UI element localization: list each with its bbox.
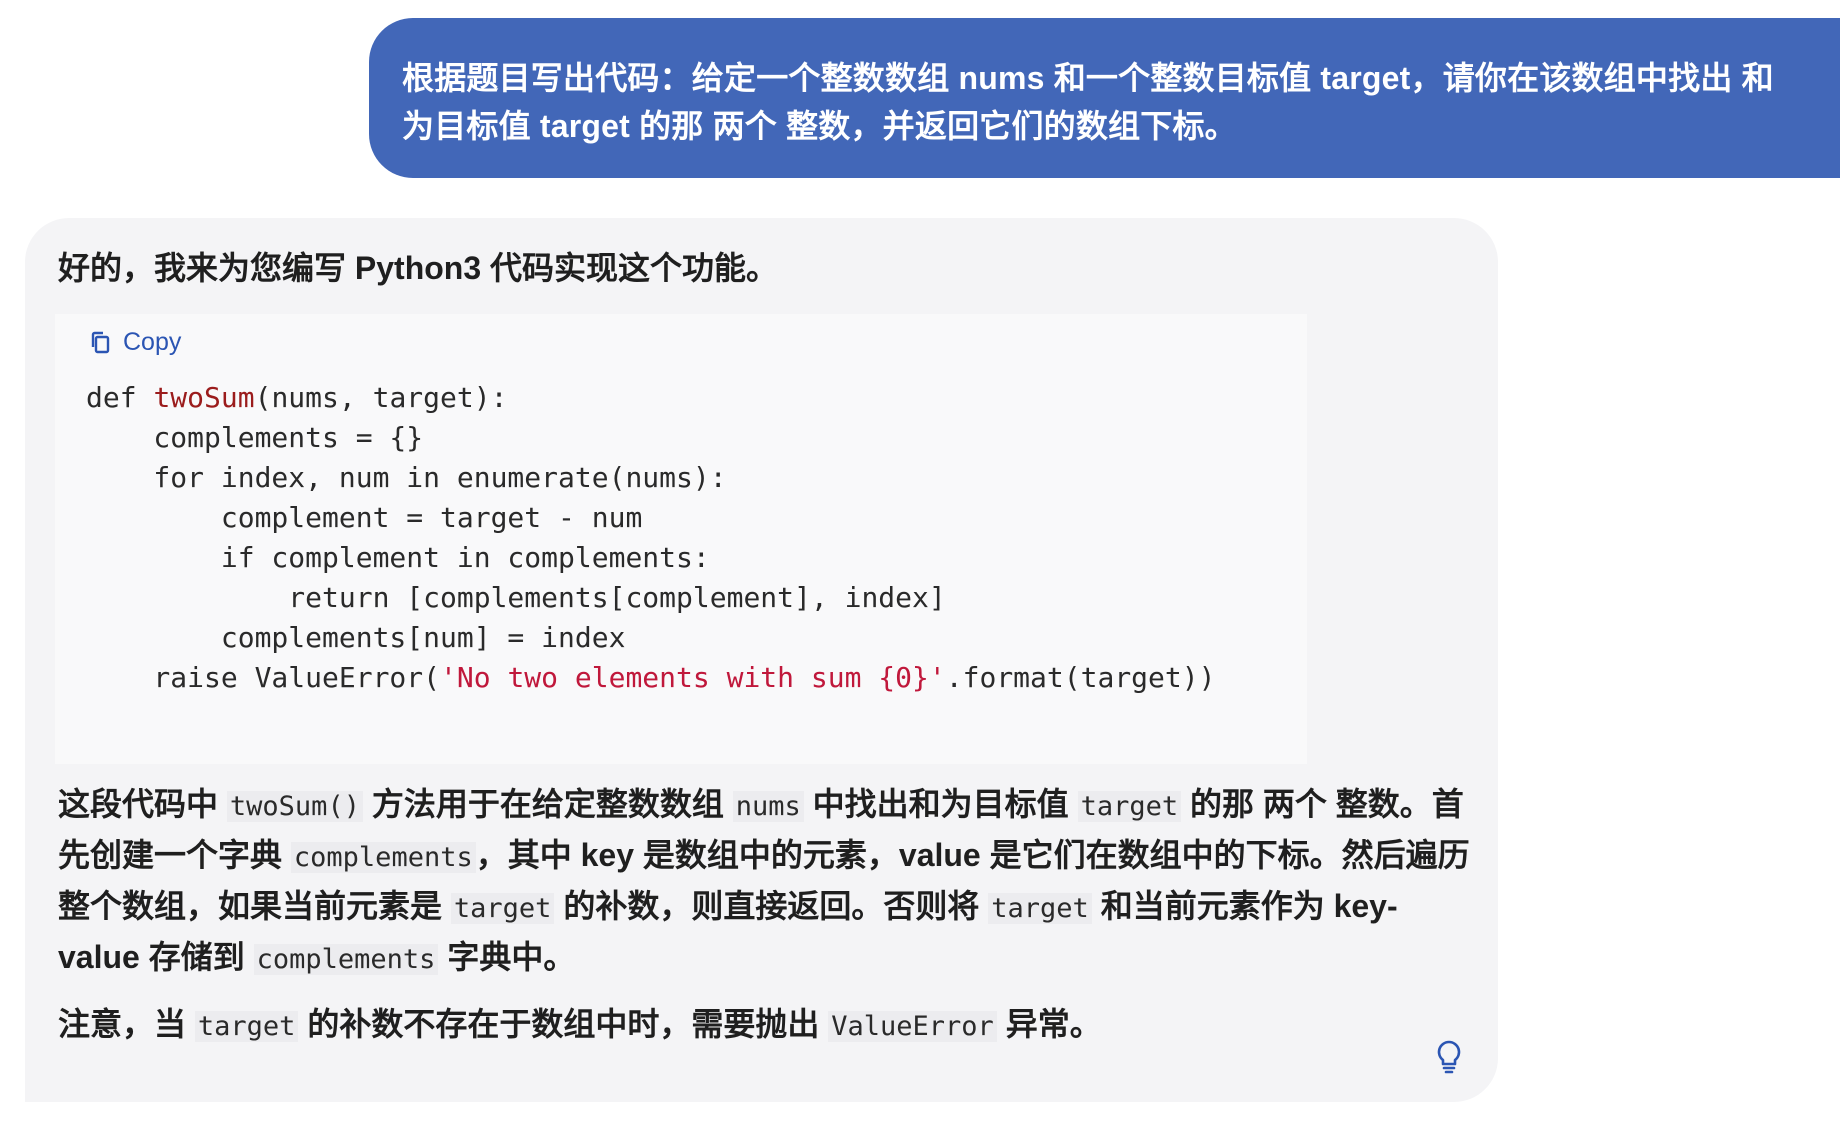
copy-label: Copy bbox=[123, 328, 182, 356]
copy-code-button[interactable]: Copy bbox=[89, 328, 181, 357]
inline-code: target bbox=[450, 893, 555, 924]
assistant-intro-text: 好的，我来为您编写 Python3 代码实现这个功能。 bbox=[58, 250, 779, 286]
code-line-6: return [complements[complement], index] bbox=[86, 581, 946, 614]
code-line-2: complements = {} bbox=[86, 421, 424, 454]
code-line-7: complements[num] = index bbox=[86, 621, 626, 654]
inline-code: complements bbox=[290, 842, 476, 873]
inline-code: target bbox=[988, 893, 1092, 924]
inline-code: nums bbox=[732, 791, 804, 822]
code-line-4: complement = target - num bbox=[86, 501, 643, 534]
code-block: Copy def twoSum(nums, target): complemen… bbox=[55, 314, 1307, 764]
code-content: def twoSum(nums, target): complements = … bbox=[86, 378, 1215, 698]
inline-code: ValueError bbox=[828, 1011, 997, 1042]
explanation-paragraph-2: 注意，当 target 的补数不存在于数组中时，需要抛出 ValueError … bbox=[58, 1006, 1102, 1042]
function-name: twoSum bbox=[153, 381, 255, 414]
code-line-5: if complement in complements: bbox=[86, 541, 710, 574]
code-line-8: raise ValueError('No two elements with s… bbox=[86, 661, 1216, 694]
user-message-text: 根据题目写出代码：给定一个整数数组 nums 和一个整数目标值 target，请… bbox=[402, 60, 1774, 144]
inline-code: target bbox=[194, 1011, 299, 1042]
inline-code: complements bbox=[253, 944, 439, 975]
lightbulb-icon[interactable] bbox=[1436, 1040, 1462, 1074]
chat-view: 根据题目写出代码：给定一个整数数组 nums 和一个整数目标值 target，请… bbox=[0, 0, 1844, 1128]
inline-code: twoSum() bbox=[226, 791, 363, 822]
explanation-paragraph-1: 这段代码中 twoSum() 方法用于在给定整数数组 nums 中找出和为目标值… bbox=[58, 786, 1470, 975]
string-literal: 'No two elements with sum {0}' bbox=[440, 661, 946, 694]
code-line-1: def twoSum(nums, target): bbox=[86, 381, 508, 414]
assistant-message-bubble: 好的，我来为您编写 Python3 代码实现这个功能。 Copy def two… bbox=[25, 218, 1498, 1102]
inline-code: target bbox=[1077, 791, 1182, 822]
code-line-3: for index, num in enumerate(nums): bbox=[86, 461, 727, 494]
user-message-bubble: 根据题目写出代码：给定一个整数数组 nums 和一个整数目标值 target，请… bbox=[369, 18, 1840, 178]
copy-icon bbox=[91, 331, 110, 353]
assistant-explanation: 这段代码中 twoSum() 方法用于在给定整数数组 nums 中找出和为目标值… bbox=[58, 780, 1478, 1051]
